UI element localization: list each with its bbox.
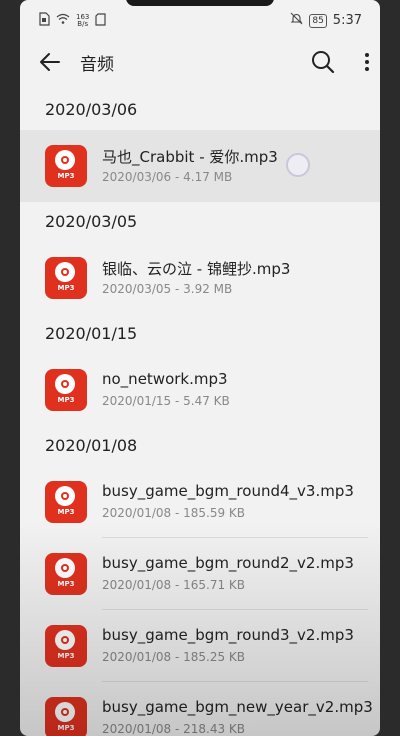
mp3-file-icon: MP3 bbox=[45, 625, 87, 667]
file-meta: 2020/03/05 - 3.92 MB bbox=[102, 282, 233, 296]
file-name: busy_game_bgm_new_year_v2.mp3 bbox=[102, 698, 373, 716]
network-speed-unit: B/s bbox=[77, 19, 89, 28]
status-right: 85 5:37 bbox=[290, 12, 362, 29]
status-left: 163 B/s bbox=[38, 12, 106, 29]
file-meta: 2020/01/08 - 165.71 KB bbox=[102, 578, 246, 592]
file-name: busy_game_bgm_round4_v3.mp3 bbox=[102, 482, 354, 500]
sd-card-icon bbox=[95, 12, 106, 29]
file-name: busy_game_bgm_round3_v2.mp3 bbox=[102, 626, 354, 644]
mp3-file-icon: MP3 bbox=[45, 481, 87, 523]
file-meta: 2020/01/08 - 185.25 KB bbox=[102, 650, 246, 664]
file-name: 马也_Crabbit - 爱你.mp3 bbox=[102, 148, 278, 166]
list-item[interactable]: MP3 马也_Crabbit - 爱你.mp3 2020/03/06 - 4.1… bbox=[20, 130, 380, 202]
mp3-file-icon: MP3 bbox=[45, 697, 87, 736]
date-group-header: 2020/01/08 bbox=[45, 436, 138, 455]
file-meta: 2020/01/08 - 185.59 KB bbox=[102, 506, 246, 520]
mp3-file-icon: MP3 bbox=[45, 553, 87, 595]
file-meta: 2020/03/06 - 4.17 MB bbox=[102, 170, 233, 184]
touch-ripple-indicator bbox=[286, 153, 310, 177]
list-item[interactable]: MP3 银临、云の泣 - 锦鲤抄.mp3 2020/03/05 - 3.92 M… bbox=[20, 242, 380, 314]
more-options-icon[interactable] bbox=[358, 49, 376, 75]
back-arrow-icon[interactable] bbox=[38, 51, 62, 73]
list-item[interactable]: MP3 no_network.mp3 2020/01/15 - 5.47 KB bbox=[20, 354, 380, 426]
battery-indicator: 85 bbox=[309, 13, 327, 28]
network-speed: 163 B/s bbox=[76, 13, 89, 28]
clock: 5:37 bbox=[332, 13, 362, 28]
file-name: 银临、云の泣 - 锦鲤抄.mp3 bbox=[102, 260, 291, 278]
app-bar: 音频 bbox=[20, 40, 380, 84]
file-meta: 2020/01/15 - 5.47 KB bbox=[102, 394, 230, 408]
mp3-file-icon: MP3 bbox=[45, 257, 87, 299]
date-group-header: 2020/03/05 bbox=[45, 212, 138, 231]
search-icon[interactable] bbox=[310, 49, 336, 75]
sim-icon bbox=[38, 12, 50, 29]
page-title: 音频 bbox=[80, 55, 114, 75]
file-name: no_network.mp3 bbox=[102, 370, 228, 388]
date-group-header: 2020/01/15 bbox=[45, 324, 138, 343]
audio-file-list: 2020/03/06 MP3 马也_Crabbit - 爱你.mp3 2020/… bbox=[20, 90, 380, 736]
list-item[interactable]: MP3 busy_game_bgm_round4_v3.mp3 2020/01/… bbox=[20, 466, 380, 538]
list-item[interactable]: MP3 busy_game_bgm_round3_v2.mp3 2020/01/… bbox=[20, 610, 380, 682]
mp3-file-icon: MP3 bbox=[45, 369, 87, 411]
phone-screen: 163 B/s 85 5:37 音频 2020/03/06 MP3 马也_Cra… bbox=[20, 0, 380, 736]
date-group-header: 2020/03/06 bbox=[45, 100, 138, 119]
file-name: busy_game_bgm_round2_v2.mp3 bbox=[102, 554, 354, 572]
mp3-file-icon: MP3 bbox=[45, 145, 87, 187]
list-item[interactable]: MP3 busy_game_bgm_round2_v2.mp3 2020/01/… bbox=[20, 538, 380, 610]
mute-icon bbox=[290, 12, 303, 29]
file-meta: 2020/01/08 - 218.43 KB bbox=[102, 722, 246, 736]
list-item[interactable]: MP3 busy_game_bgm_new_year_v2.mp3 2020/0… bbox=[20, 682, 380, 736]
wifi-icon bbox=[56, 13, 70, 28]
